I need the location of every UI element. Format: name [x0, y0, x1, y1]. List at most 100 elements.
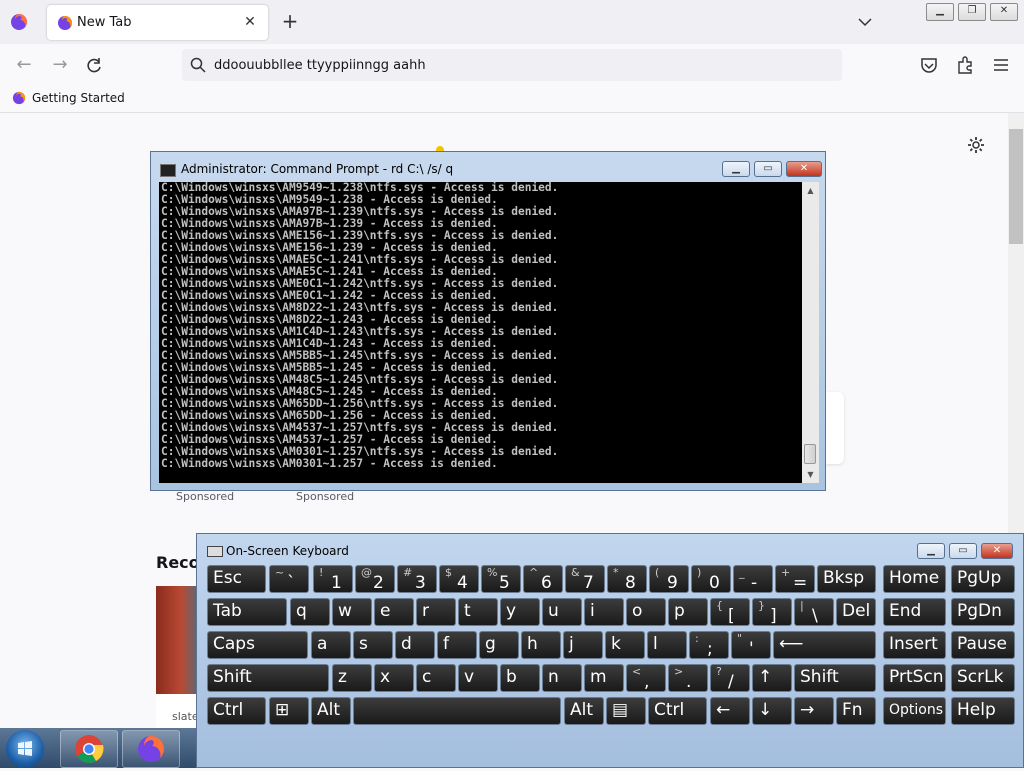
- osk-titlebar[interactable]: On-Screen Keyboard ▁ ▭ ✕: [197, 534, 1023, 564]
- close-tab-icon[interactable]: ✕: [240, 12, 260, 32]
- key-rctrl[interactable]: Ctrl: [648, 697, 707, 725]
- key-del[interactable]: Del: [836, 598, 876, 626]
- key-lctrl[interactable]: Ctrl: [207, 697, 266, 725]
- key-f[interactable]: f: [437, 631, 477, 659]
- key-a[interactable]: a: [311, 631, 351, 659]
- taskbar-chrome[interactable]: [60, 730, 118, 768]
- key-lalt[interactable]: Alt: [311, 697, 351, 725]
- key-down[interactable]: ↓: [752, 697, 792, 725]
- key-8[interactable]: * 8: [607, 565, 647, 593]
- key-q[interactable]: q: [290, 598, 330, 626]
- tab-new-tab[interactable]: New Tab ✕: [47, 5, 268, 40]
- key-s[interactable]: s: [353, 631, 393, 659]
- key-up[interactable]: ↑: [752, 664, 792, 692]
- key-caps[interactable]: Caps: [207, 631, 308, 659]
- back-arrow-icon[interactable]: ←: [12, 54, 36, 78]
- key-right[interactable]: →: [794, 697, 834, 725]
- top-site-card[interactable]: [826, 392, 844, 464]
- key-w[interactable]: w: [332, 598, 372, 626]
- key-pgup[interactable]: PgUp: [951, 565, 1015, 593]
- key-k[interactable]: k: [605, 631, 645, 659]
- key-insert[interactable]: Insert: [883, 631, 946, 659]
- key-semicolon[interactable]: :;: [689, 631, 729, 659]
- key-o[interactable]: o: [626, 598, 666, 626]
- key-comma[interactable]: <,: [626, 664, 666, 692]
- key-d[interactable]: d: [395, 631, 435, 659]
- key-enter[interactable]: ⟵: [773, 631, 876, 659]
- key-pause[interactable]: Pause: [951, 631, 1015, 659]
- forward-arrow-icon[interactable]: →: [48, 54, 72, 78]
- key-tab[interactable]: Tab: [207, 598, 287, 626]
- key-rbracket[interactable]: }]: [752, 598, 792, 626]
- key-u[interactable]: u: [542, 598, 582, 626]
- key-g[interactable]: g: [479, 631, 519, 659]
- new-tab-button[interactable]: +: [280, 11, 300, 33]
- key-l[interactable]: l: [647, 631, 687, 659]
- key-scrlk[interactable]: ScrLk: [951, 664, 1015, 692]
- url-bar[interactable]: ddoouubbllee ttyyppiinngg aahh: [182, 49, 842, 81]
- cmd-minimize-button[interactable]: ▁: [722, 161, 750, 177]
- console-scroll-thumb[interactable]: [804, 444, 816, 464]
- osk-minimize-button[interactable]: ▁: [917, 543, 945, 559]
- key-esc[interactable]: Esc: [207, 565, 266, 593]
- key-prtscn[interactable]: PrtScn: [883, 664, 946, 692]
- scroll-down-icon[interactable]: ▼: [802, 466, 819, 483]
- key-rshift[interactable]: Shift: [794, 664, 876, 692]
- firefox-view-icon[interactable]: [10, 13, 28, 31]
- key-n[interactable]: n: [542, 664, 582, 692]
- key-b[interactable]: b: [500, 664, 540, 692]
- console-output[interactable]: C:\Windows\winsxs\AM9549~1.238\ntfs.sys …: [159, 182, 802, 483]
- key-4[interactable]: $4: [439, 565, 479, 593]
- key-ralt[interactable]: Alt: [564, 697, 604, 725]
- chevron-down-icon[interactable]: [855, 12, 875, 32]
- key-e[interactable]: e: [374, 598, 414, 626]
- key-win[interactable]: ⊞: [269, 697, 309, 725]
- extensions-icon[interactable]: [954, 54, 976, 76]
- key-help[interactable]: Help: [951, 697, 1015, 725]
- key-c[interactable]: c: [416, 664, 456, 692]
- key-0[interactable]: ) 0: [691, 565, 731, 593]
- key-fn[interactable]: Fn: [836, 697, 876, 725]
- key-bksp[interactable]: Bksp: [817, 565, 876, 593]
- key-z[interactable]: z: [332, 664, 372, 692]
- pocket-icon[interactable]: [918, 54, 940, 76]
- gear-icon[interactable]: [966, 135, 986, 155]
- key-options[interactable]: Options: [883, 697, 946, 725]
- key-p[interactable]: p: [668, 598, 708, 626]
- key-m[interactable]: m: [584, 664, 624, 692]
- key-equals[interactable]: + =: [775, 565, 815, 593]
- cmd-titlebar[interactable]: Administrator: Command Prompt - rd C:\ /…: [151, 152, 825, 182]
- key-menu[interactable]: ▤: [606, 697, 646, 725]
- key-1[interactable]: ! 1: [313, 565, 353, 593]
- recent-card[interactable]: slate: [156, 694, 199, 728]
- key-2[interactable]: @2: [355, 565, 395, 593]
- scroll-up-icon[interactable]: ▲: [802, 182, 819, 199]
- key-3[interactable]: #3: [397, 565, 437, 593]
- key-6[interactable]: ^ 6: [523, 565, 563, 593]
- key-home[interactable]: Home: [883, 565, 946, 593]
- scrollbar-thumb[interactable]: [1009, 129, 1023, 244]
- key-left[interactable]: ←: [710, 697, 750, 725]
- key-h[interactable]: h: [521, 631, 561, 659]
- taskbar-firefox[interactable]: [122, 730, 180, 768]
- osk-maximize-button[interactable]: ▭: [949, 543, 977, 559]
- key-j[interactable]: j: [563, 631, 603, 659]
- key-lshift[interactable]: Shift: [207, 664, 329, 692]
- key-pgdn[interactable]: PgDn: [951, 598, 1015, 626]
- key-tilde[interactable]: ~ `: [269, 565, 309, 593]
- key-7[interactable]: & 7: [565, 565, 605, 593]
- start-button[interactable]: [6, 730, 44, 768]
- key-i[interactable]: i: [584, 598, 624, 626]
- restore-window-button[interactable]: ❐: [958, 3, 986, 21]
- key-lbracket[interactable]: {[: [710, 598, 750, 626]
- console-scrollbar[interactable]: ▲ ▼: [802, 182, 819, 483]
- osk-close-button[interactable]: ✕: [981, 543, 1013, 559]
- key-quote[interactable]: " ': [731, 631, 771, 659]
- minimize-window-button[interactable]: ▁: [926, 3, 954, 21]
- key-slash[interactable]: ? /: [710, 664, 750, 692]
- hamburger-menu-icon[interactable]: [990, 54, 1012, 76]
- key-r[interactable]: r: [416, 598, 456, 626]
- key-x[interactable]: x: [374, 664, 414, 692]
- key-v[interactable]: v: [458, 664, 498, 692]
- cmd-maximize-button[interactable]: ▭: [754, 161, 782, 177]
